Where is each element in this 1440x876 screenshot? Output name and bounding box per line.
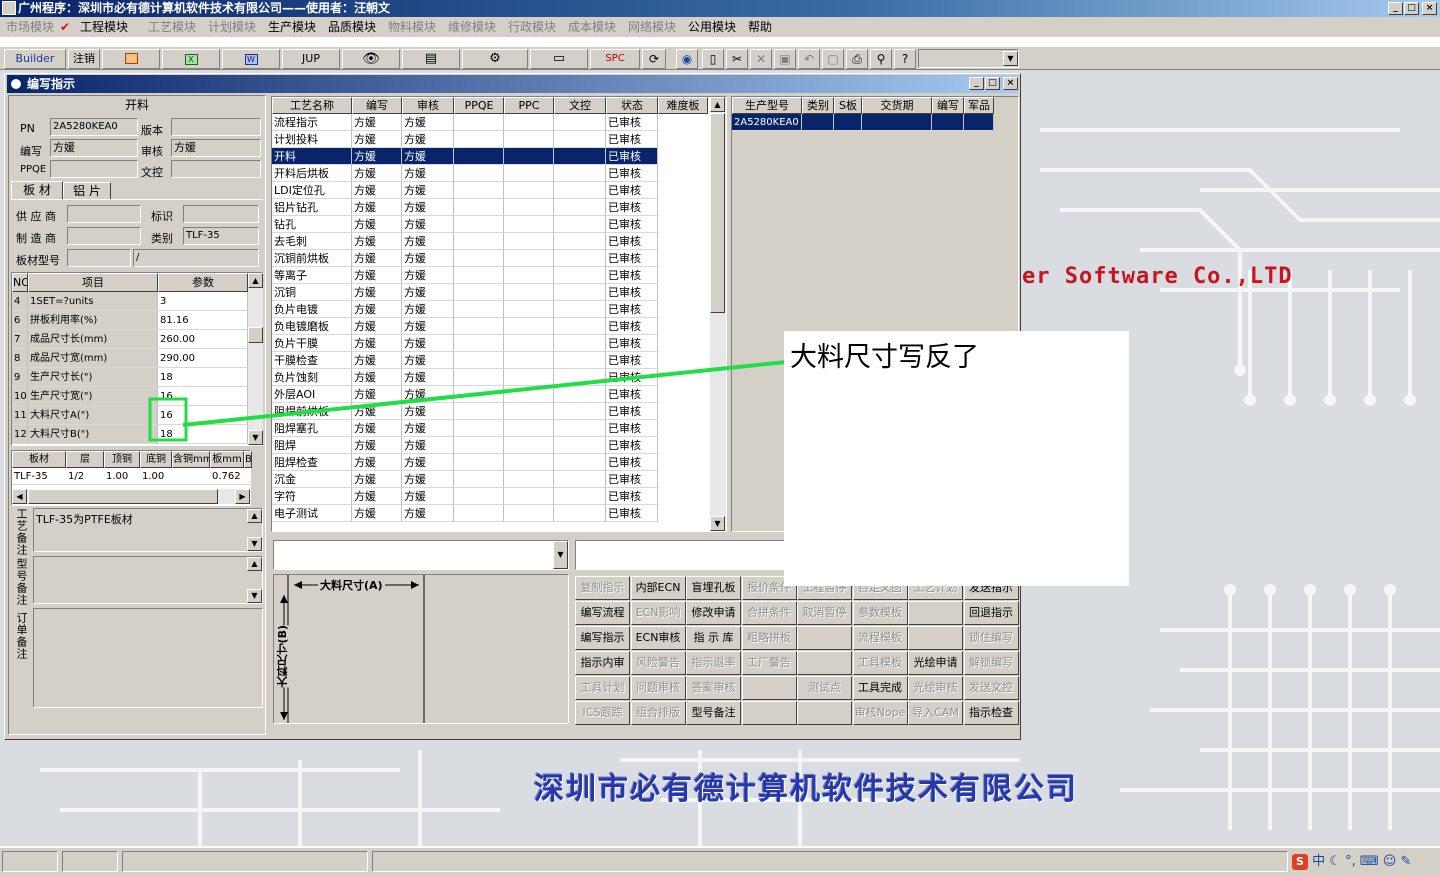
annotation-overlay — [148, 360, 787, 442]
punctuation-icon: °, — [1345, 854, 1356, 869]
status-pane-4 — [372, 851, 1288, 872]
user-icon: ☺ — [1382, 854, 1397, 869]
moon-icon: ☾ — [1329, 854, 1341, 869]
annotation-text: 大料尺寸写反了 — [790, 342, 979, 373]
annotation-highlight-box — [148, 397, 188, 442]
status-bar: S 中 ☾ °, ⌨ ☺ ✎ — [0, 847, 1440, 876]
status-pane-2 — [62, 851, 118, 872]
annotation-note: 大料尺寸写反了 — [784, 331, 1129, 586]
annotation-arrow-line — [182, 360, 787, 427]
sogou-icon: S — [1292, 854, 1308, 870]
ime-toolbar[interactable]: S 中 ☾ °, ⌨ ☺ ✎ — [1292, 852, 1438, 872]
status-pane-1 — [2, 851, 58, 872]
keyboard-icon: ⌨ — [1359, 854, 1379, 869]
status-pane-3 — [122, 851, 368, 872]
ime-chinese-label: 中 — [1312, 854, 1326, 869]
wrench-icon: ✎ — [1400, 854, 1412, 869]
